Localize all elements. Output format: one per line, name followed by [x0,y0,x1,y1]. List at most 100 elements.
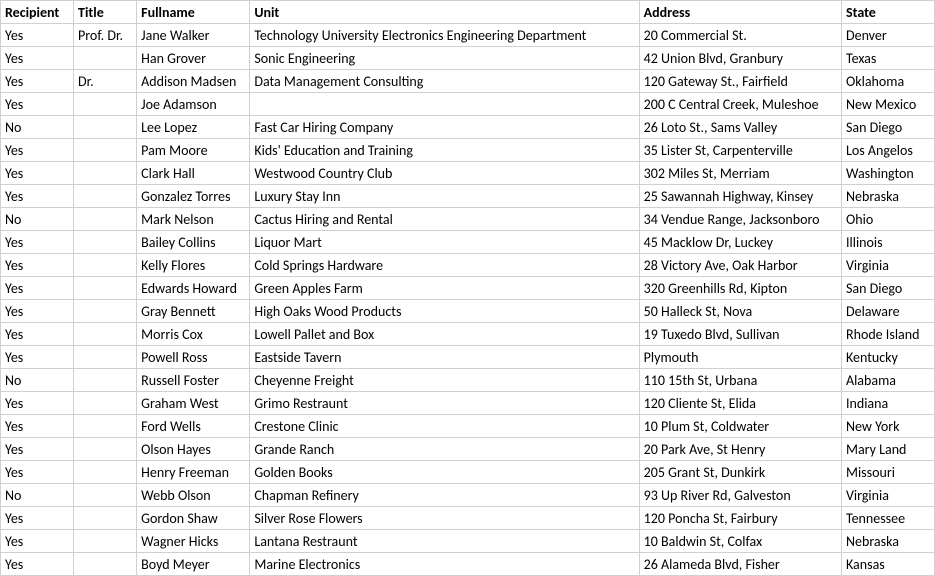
cell-title [74,208,137,231]
cell-recipient: No [1,484,74,507]
cell-state: Washington [841,162,934,185]
table-row: YesEdwards HowardGreen Apples Farm320 Gr… [1,277,935,300]
cell-unit [250,93,639,116]
cell-title [74,47,137,70]
cell-recipient: Yes [1,139,74,162]
cell-title [74,507,137,530]
cell-title [74,392,137,415]
cell-state: Oklahoma [841,70,934,93]
cell-state: Illinois [841,231,934,254]
cell-recipient: Yes [1,392,74,415]
cell-unit: Crestone Clinic [250,415,639,438]
cell-state: Virginia [841,254,934,277]
cell-title [74,415,137,438]
cell-state: Nebraska [841,530,934,553]
cell-fullname: Mark Nelson [137,208,250,231]
cell-title [74,116,137,139]
cell-fullname: Olson Hayes [137,438,250,461]
cell-address: 120 Gateway St., Fairfield [639,70,841,93]
cell-state: Kansas [841,553,934,576]
cell-title [74,484,137,507]
cell-address: 26 Loto St., Sams Valley [639,116,841,139]
cell-unit: Marine Electronics [250,553,639,576]
cell-fullname: Gonzalez Torres [137,185,250,208]
cell-state: Ohio [841,208,934,231]
table-header-row: Recipient Title Fullname Unit Address St… [1,1,935,24]
table-row: YesGray BennettHigh Oaks Wood Products50… [1,300,935,323]
cell-title [74,300,137,323]
cell-unit: Sonic Engineering [250,47,639,70]
cell-title [74,162,137,185]
cell-fullname: Gordon Shaw [137,507,250,530]
table-row: YesBailey CollinsLiquor Mart45 Macklow D… [1,231,935,254]
cell-title [74,139,137,162]
table-row: YesDr.Addison MadsenData Management Cons… [1,70,935,93]
cell-address: 42 Union Blvd, Granbury [639,47,841,70]
table-row: Yes Pam MooreKids' Education and Training… [1,139,935,162]
cell-title [74,438,137,461]
cell-address: 50 Halleck St, Nova [639,300,841,323]
table-row: YesGordon ShawSilver Rose Flowers120 Pon… [1,507,935,530]
cell-unit: Silver Rose Flowers [250,507,639,530]
cell-title: Prof. Dr. [74,24,137,47]
table-row: YesHan GroverSonic Engineering42 Union B… [1,47,935,70]
cell-fullname: Pam Moore [137,139,250,162]
table-row: NoWebb OlsonChapman Refinery93 Up River … [1,484,935,507]
table-row: YesKelly FloresCold Springs Hardware28 V… [1,254,935,277]
table-row: YesGonzalez TorresLuxury Stay Inn25 Sawa… [1,185,935,208]
cell-state: Denver [841,24,934,47]
table-row: YesJoe Adamson200 C Central Creek, Mules… [1,93,935,116]
cell-fullname: Lee Lopez [137,116,250,139]
cell-title [74,323,137,346]
cell-recipient: Yes [1,300,74,323]
table-row: YesWagner HicksLantana Restraunt10 Baldw… [1,530,935,553]
cell-fullname: Edwards Howard [137,277,250,300]
cell-address: 25 Sawannah Highway, Kinsey [639,185,841,208]
cell-address: 302 Miles St, Merriam [639,162,841,185]
cell-address: 10 Baldwin St, Colfax [639,530,841,553]
cell-unit: Data Management Consulting [250,70,639,93]
cell-recipient: Yes [1,323,74,346]
table-row: YesGraham WestGrimo Restraunt120 Cliente… [1,392,935,415]
cell-title [74,254,137,277]
cell-state: Mary Land [841,438,934,461]
cell-address: 120 Cliente St, Elida [639,392,841,415]
cell-unit: Luxury Stay Inn [250,185,639,208]
cell-fullname: Clark Hall [137,162,250,185]
cell-address: 10 Plum St, Coldwater [639,415,841,438]
table-row: NoMark NelsonCactus Hiring and Rental34 … [1,208,935,231]
cell-state: New Mexico [841,93,934,116]
cell-recipient: Yes [1,530,74,553]
cell-title [74,369,137,392]
cell-address: 205 Grant St, Dunkirk [639,461,841,484]
cell-address: 320 Greenhills Rd, Kipton [639,277,841,300]
cell-title [74,231,137,254]
cell-unit: Golden Books [250,461,639,484]
cell-title [74,530,137,553]
cell-address: 45 Macklow Dr, Luckey [639,231,841,254]
cell-address: 200 C Central Creek, Muleshoe [639,93,841,116]
cell-title [74,185,137,208]
cell-address: 110 15th St, Urbana [639,369,841,392]
cell-unit: Kids' Education and Training [250,139,639,162]
cell-recipient: No [1,208,74,231]
cell-state: Alabama [841,369,934,392]
table-row: YesBoyd MeyerMarine Electronics26 Alamed… [1,553,935,576]
cell-fullname: Powell Ross [137,346,250,369]
cell-state: Tennessee [841,507,934,530]
cell-unit: Green Apples Farm [250,277,639,300]
cell-fullname: Joe Adamson [137,93,250,116]
cell-unit: Chapman Refinery [250,484,639,507]
cell-state: Nebraska [841,185,934,208]
data-table: Recipient Title Fullname Unit Address St… [0,0,935,576]
cell-fullname: Han Grover [137,47,250,70]
table-row: YesMorris CoxLowell Pallet and Box19 Tux… [1,323,935,346]
cell-state: Kentucky [841,346,934,369]
cell-fullname: Kelly Flores [137,254,250,277]
cell-recipient: Yes [1,461,74,484]
cell-recipient: No [1,369,74,392]
table-row: YesHenry FreemanGolden Books205 Grant St… [1,461,935,484]
table-row: NoLee LopezFast Car Hiring Company26 Lot… [1,116,935,139]
cell-fullname: Wagner Hicks [137,530,250,553]
cell-recipient: Yes [1,24,74,47]
